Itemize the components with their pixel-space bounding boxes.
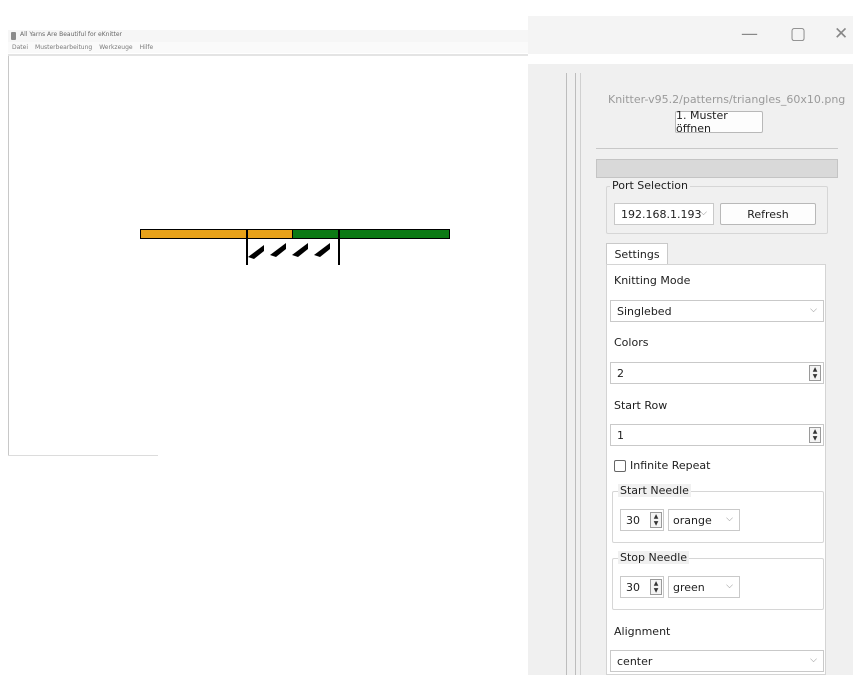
start-needle-color-select[interactable]: orange ⌵: [668, 509, 740, 531]
refresh-button[interactable]: Refresh: [720, 203, 816, 225]
minimize-button[interactable]: —: [741, 24, 758, 44]
chevron-down-icon: ⌵: [726, 581, 733, 591]
start-row-spinbox[interactable]: 1 ▲ ▼: [610, 424, 824, 446]
open-pattern-button[interactable]: 1. Muster öffnen: [675, 109, 763, 135]
app-icon: [11, 32, 16, 40]
alignment-value: center: [617, 654, 653, 668]
menu-divider: [8, 54, 528, 56]
colors-spinbox[interactable]: 2 ▲ ▼: [610, 362, 824, 384]
knitting-mode-value: Singlebed: [617, 304, 672, 318]
main-window-titlebar[interactable]: — ▢ ✕: [528, 16, 853, 54]
triangle-pattern: [248, 243, 330, 259]
separator: [596, 148, 838, 149]
triangle-mark: [248, 245, 264, 259]
colors-value: 2: [617, 366, 624, 380]
stop-needle-spinbox[interactable]: 30 ▲ ▼: [620, 576, 664, 598]
menu-hilfe[interactable]: Hilfe: [140, 44, 154, 51]
stop-needle-color-value: green: [673, 580, 705, 594]
menu-datei[interactable]: Datei: [12, 44, 28, 51]
close-button[interactable]: ✕: [834, 24, 848, 44]
alignment-select[interactable]: center ⌵: [610, 650, 824, 672]
start-needle-value: 30: [626, 513, 640, 527]
triangle-mark: [270, 243, 286, 257]
start-row-value: 1: [617, 428, 624, 442]
progress-bar: [596, 159, 838, 178]
main-window-strip: [528, 54, 853, 64]
start-needle-color-value: orange: [673, 513, 712, 527]
menu-musterbearbeitung[interactable]: Musterbearbeitung: [35, 44, 92, 51]
start-row-label: Start Row: [614, 399, 668, 412]
menu-werkzeuge[interactable]: Werkzeuge: [99, 44, 132, 51]
chevron-down-icon: ⌵: [810, 655, 817, 665]
triangle-mark: [314, 243, 330, 257]
pattern-row-orange-middle: [246, 229, 294, 239]
spin-arrows-icon[interactable]: ▲ ▼: [809, 365, 821, 381]
spin-arrows-icon[interactable]: ▲ ▼: [650, 512, 662, 528]
infinite-repeat-checkbox[interactable]: [614, 460, 626, 472]
start-needle-spinbox[interactable]: 30 ▲ ▼: [620, 509, 664, 531]
tab-settings[interactable]: Settings: [606, 243, 668, 265]
stop-needle-title: Stop Needle: [618, 551, 690, 564]
infinite-repeat-label[interactable]: Infinite Repeat: [630, 459, 710, 472]
pattern-preview: [140, 229, 450, 265]
alignment-label: Alignment: [614, 625, 671, 638]
port-selection-title: Port Selection: [610, 179, 690, 192]
pattern-file-path: Knitter-v95.2/patterns/triangles_60x10.p…: [608, 93, 846, 106]
chevron-down-icon: ⌵: [700, 208, 707, 218]
chevron-down-icon: ⌵: [726, 514, 733, 524]
small-window-title: All Yarns Are Beautiful for eKnitter: [20, 31, 123, 38]
triangle-mark: [292, 243, 308, 257]
stop-needle-value: 30: [626, 580, 640, 594]
start-needle-title: Start Needle: [618, 484, 691, 497]
restore-button[interactable]: ▢: [790, 24, 806, 44]
small-window-titlebar[interactable]: All Yarns Are Beautiful for eKnitter: [8, 30, 528, 42]
canvas-bottom-border: [8, 455, 158, 456]
pattern-row-green-right: [338, 229, 450, 239]
spin-arrows-icon[interactable]: ▲ ▼: [650, 579, 662, 595]
menu-bar: Datei Musterbearbeitung Werkzeuge Hilfe: [8, 42, 528, 53]
pattern-row-green-middle: [292, 229, 340, 239]
stop-needle-color-select[interactable]: green ⌵: [668, 576, 740, 598]
canvas-left-border: [8, 56, 9, 456]
port-select-value: 192.168.1.193: [621, 207, 702, 221]
pattern-row-orange-left: [140, 229, 248, 239]
colors-label: Colors: [614, 336, 649, 349]
spin-arrows-icon[interactable]: ▲ ▼: [809, 427, 821, 443]
port-select[interactable]: 192.168.1.193 ⌵: [614, 203, 714, 225]
knitting-mode-label: Knitting Mode: [614, 274, 691, 287]
chevron-down-icon: ⌵: [810, 305, 817, 315]
panel-splitter[interactable]: [566, 73, 576, 675]
knitting-mode-select[interactable]: Singlebed ⌵: [610, 300, 824, 322]
